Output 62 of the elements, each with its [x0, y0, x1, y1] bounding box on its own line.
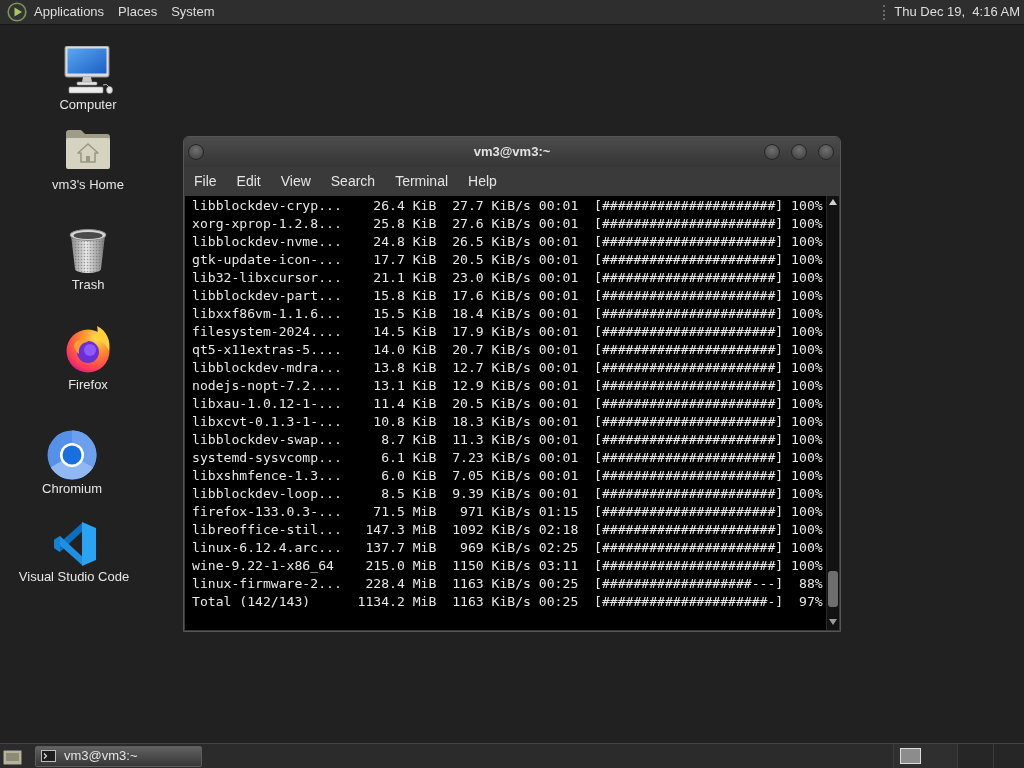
desktop-icon-label[interactable]: Trash: [71, 277, 105, 293]
terminal-line: libreoffice-stil... 147.3 MiB 1092 KiB/s 02:18 [######################] 100%: [192, 521, 824, 539]
workspace-cell[interactable]: [957, 744, 993, 768]
scrollbar-track[interactable]: [826, 196, 839, 630]
terminal-line: linux-6.12.4.arc... 137.7 MiB 969 KiB/s 02:25 [######################] 100%: [192, 539, 824, 557]
menu-item[interactable]: Help: [458, 167, 507, 196]
firefox-icon[interactable]: [64, 325, 112, 373]
chromium-icon[interactable]: [47, 430, 97, 480]
scroll-up-arrow-icon[interactable]: [829, 199, 837, 205]
terminal-line: nodejs-nopt-7.2.... 13.1 KiB 12.9 KiB/s 00:01 [######################] 100%: [192, 377, 824, 395]
terminal-line: filesystem-2024.... 14.5 KiB 17.9 KiB/s 00:01 [######################] 100%: [192, 323, 824, 341]
terminal-line: Total (142/143) 1134.2 MiB 1163 KiB/s 00:25 [#####################-] 97%: [192, 593, 824, 611]
desktop-icon-label[interactable]: Visual Studio Code: [18, 569, 130, 585]
menu-item[interactable]: Edit: [226, 167, 271, 196]
terminal-line: libblockdev-mdra... 13.8 KiB 12.7 KiB/s 00:01 [######################] 100%: [192, 359, 824, 377]
clock[interactable]: Thu Dec 19, 4:16 AM: [894, 2, 1024, 22]
terminal-icon: [41, 750, 56, 762]
workspace-cell[interactable]: [893, 744, 957, 768]
terminal-line: libxshmfence-1.3... 6.0 KiB 7.05 KiB/s 00:01 [######################] 100%: [192, 467, 824, 485]
home-folder-icon[interactable]: [65, 129, 111, 169]
menu-item[interactable]: Terminal: [385, 167, 459, 196]
show-desktop-icon[interactable]: [3, 747, 22, 765]
terminal-line: xorg-xprop-1.2.8... 25.8 KiB 27.6 KiB/s 00:01 [######################] 100%: [192, 215, 824, 233]
panel-menu[interactable]: Places: [111, 0, 165, 24]
terminal-line: qt5-x11extras-5.... 14.0 KiB 20.7 KiB/s 00:01 [######################] 100%: [192, 341, 824, 359]
terminal-line: libblockdev-loop... 8.5 KiB 9.39 KiB/s 00:01 [######################] 100%: [192, 485, 824, 503]
terminal-line: firefox-133.0.3-... 71.5 MiB 971 KiB/s 01:15 [######################] 100%: [192, 503, 824, 521]
terminal-line: libblockdev-swap... 8.7 KiB 11.3 KiB/s 00:01 [######################] 100%: [192, 431, 824, 449]
window-thumbnail: [900, 748, 921, 764]
scrollbar-thumb[interactable]: [828, 571, 838, 607]
terminal-line: wine-9.22-1-x86_64 215.0 MiB 1150 KiB/s 03:11 [######################] 100%: [192, 557, 824, 575]
menu-item[interactable]: Search: [320, 167, 386, 196]
panel-menu[interactable]: System: [164, 0, 222, 24]
play-circle-icon[interactable]: [7, 2, 27, 22]
task-button[interactable]: vm3@vm3:~: [35, 745, 202, 767]
computer-icon[interactable]: [63, 46, 113, 94]
terminal-line: libxcvt-0.1.3-1-... 10.8 KiB 18.3 KiB/s 00:01 [######################] 100%: [192, 413, 824, 431]
menu-item[interactable]: View: [270, 167, 321, 196]
workspace-cell[interactable]: [993, 744, 1024, 768]
terminal-line: libblockdev-cryp... 26.4 KiB 27.7 KiB/s 00:01 [######################] 100%: [192, 197, 824, 215]
terminal-line: systemd-sysvcomp... 6.1 KiB 7.23 KiB/s 00:01 [######################] 100%: [192, 449, 824, 467]
window-control-button[interactable]: [791, 144, 807, 160]
trash-icon[interactable]: [68, 228, 108, 274]
terminal-line: gtk-update-icon-... 17.7 KiB 20.5 KiB/s 00:01 [######################] 100%: [192, 251, 824, 269]
window-control-button[interactable]: [818, 144, 834, 160]
window-control-button[interactable]: [764, 144, 780, 160]
scroll-down-arrow-icon[interactable]: [829, 619, 837, 625]
terminal-line: lib32-libxcursor... 21.1 KiB 23.0 KiB/s 00:01 [######################] 100%: [192, 269, 824, 287]
window-title: vm3@vm3:~: [473, 143, 551, 162]
terminal-line: libblockdev-nvme... 24.8 KiB 26.5 KiB/s 00:01 [######################] 100%: [192, 233, 824, 251]
terminal-line: linux-firmware-2... 228.4 MiB 1163 KiB/s 00:25 [###################---] 88%: [192, 575, 824, 593]
window-control-button[interactable]: [188, 144, 204, 160]
terminal-line: libxxf86vm-1.1.6... 15.5 KiB 18.4 KiB/s 00:01 [######################] 100%: [192, 305, 824, 323]
desktop-icon-label[interactable]: Firefox: [68, 377, 108, 393]
desktop-icon-label[interactable]: Chromium: [42, 481, 102, 497]
desktop-icon-label[interactable]: Computer: [59, 97, 117, 113]
menu-item[interactable]: File: [184, 167, 227, 196]
terminal-line: libxau-1.0.12-1-... 11.4 KiB 20.5 KiB/s 00:01 [######################] 100%: [192, 395, 824, 413]
terminal-line: libblockdev-part... 15.8 KiB 17.6 KiB/s 00:01 [######################] 100%: [192, 287, 824, 305]
vscode-icon[interactable]: [51, 521, 97, 567]
desktop-icon-label[interactable]: vm3's Home: [52, 177, 124, 193]
panel-menu[interactable]: Applications: [27, 0, 112, 24]
